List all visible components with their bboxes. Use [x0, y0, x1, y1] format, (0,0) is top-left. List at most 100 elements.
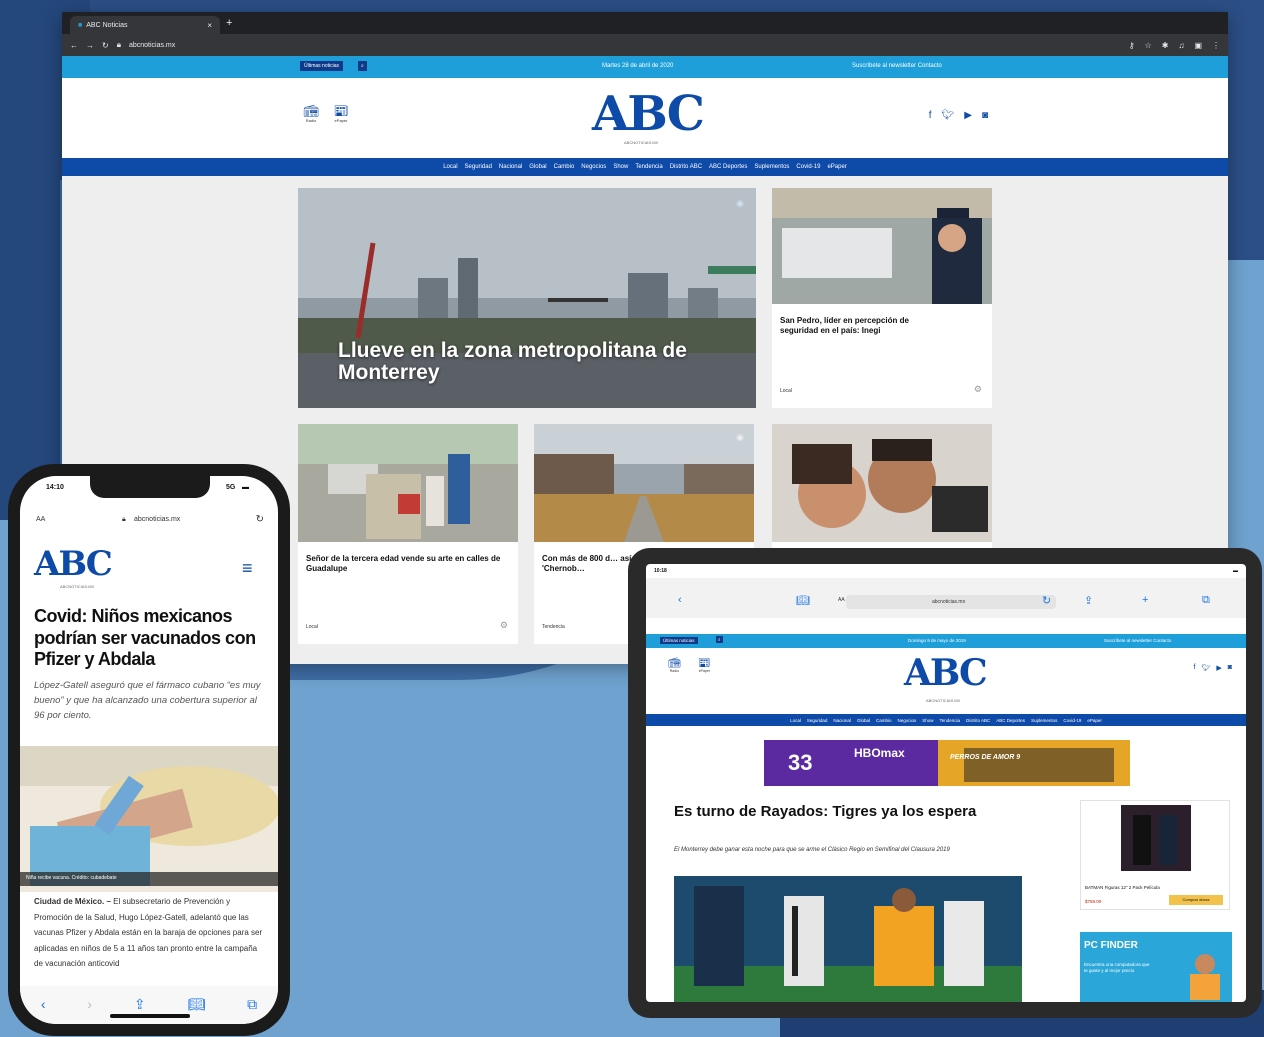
nav-item[interactable]: ePaper: [1087, 718, 1102, 723]
radio-icon[interactable]: 📻︎ Radio: [668, 658, 681, 673]
nav-item[interactable]: ePaper: [827, 164, 846, 170]
home-indicator: [110, 1014, 190, 1018]
nav-item[interactable]: Seguridad: [465, 164, 492, 170]
site-logo[interactable]: ABC: [904, 652, 988, 694]
ad-brand: HBOmax: [854, 746, 905, 760]
nav-item[interactable]: Covid-19: [796, 164, 820, 170]
reload-icon[interactable]: ↻: [256, 514, 264, 525]
tablet-screen: 10:18 ▬ ‹ 📖︎ AA abcnoticias.mx ↻ ⇪ + ⧉ Ú…: [646, 564, 1246, 1002]
buy-button[interactable]: Comprar ahora: [1169, 895, 1223, 905]
topbar-links[interactable]: Suscríbete al newsletter Contacto: [1104, 638, 1171, 643]
nav-item[interactable]: Show: [613, 164, 628, 170]
extensions-icon[interactable]: ✱: [1162, 41, 1169, 50]
facebook-icon[interactable]: f: [1194, 664, 1196, 672]
nav-item[interactable]: Seguridad: [807, 718, 828, 723]
hero-article[interactable]: Llueve en la zona metropolitana de Monte…: [298, 188, 756, 408]
text-size-button[interactable]: AA: [838, 597, 845, 603]
article-category[interactable]: Tendencia: [542, 624, 565, 630]
new-tab-icon[interactable]: +: [1142, 594, 1148, 606]
nav-item[interactable]: Local: [790, 718, 801, 723]
nav-item[interactable]: Negocios: [581, 164, 606, 170]
share-icon[interactable]: ⚙: [500, 620, 508, 631]
reload-icon[interactable]: ↻: [102, 41, 109, 50]
share-icon[interactable]: ⇪: [134, 996, 146, 1013]
nav-item[interactable]: Nacional: [499, 164, 522, 170]
latest-news-button[interactable]: Últimas noticias: [660, 637, 698, 644]
share-icon[interactable]: ⇪: [1084, 594, 1093, 607]
gallery-icon[interactable]: ◉: [736, 432, 744, 443]
nav-item[interactable]: Global: [857, 718, 870, 723]
twitter-icon[interactable]: 🐦︎: [942, 110, 955, 121]
article-category[interactable]: Local: [306, 624, 318, 630]
nav-item[interactable]: Suplementos: [754, 164, 789, 170]
site-logo[interactable]: ABC: [34, 544, 113, 584]
nav-item[interactable]: Global: [529, 164, 546, 170]
key-icon[interactable]: ⚷: [1129, 41, 1135, 50]
tabs-icon[interactable]: ⧉: [247, 996, 257, 1013]
radio-icon[interactable]: 📻︎ Radio: [302, 104, 320, 123]
back-icon[interactable]: ‹: [678, 594, 682, 606]
nav-item[interactable]: Tendencia: [635, 164, 662, 170]
article-title[interactable]: San Pedro, líder en percepción de seguri…: [780, 316, 920, 336]
advertisement-banner[interactable]: 33 HBOmax PERROS DE AMOR 9: [764, 740, 1130, 786]
product-ad[interactable]: BATMAN Figuras 12" 2 Pack Película $759.…: [1080, 800, 1230, 910]
epaper-icon[interactable]: 📰︎ ePaper: [698, 658, 711, 673]
facebook-icon[interactable]: f: [929, 110, 932, 121]
article-title[interactable]: Señor de la tercera edad vende su arte e…: [306, 554, 506, 574]
profile-icon[interactable]: ▣: [1194, 41, 1202, 50]
forward-icon[interactable]: →: [86, 41, 94, 50]
site-logo[interactable]: ABC: [592, 86, 705, 142]
reload-icon[interactable]: ↻: [1042, 594, 1051, 607]
nav-item[interactable]: Distrito ABC: [670, 164, 702, 170]
address-bar[interactable]: abcnoticias.mx: [846, 595, 1056, 609]
topbar-links[interactable]: Suscríbete al newsletter Contacto: [852, 63, 942, 69]
epaper-icon[interactable]: 📰︎ ePaper: [332, 104, 350, 123]
instagram-icon[interactable]: ◙: [1228, 664, 1232, 672]
article-category[interactable]: Local: [780, 388, 792, 394]
instagram-icon[interactable]: ◙: [982, 110, 988, 121]
nav-item[interactable]: Show: [922, 718, 933, 723]
bookmarks-icon[interactable]: 📖︎: [187, 996, 205, 1013]
youtube-icon[interactable]: ▶: [1216, 664, 1221, 672]
hamburger-menu-icon[interactable]: ≡: [242, 558, 253, 579]
new-tab-icon[interactable]: +: [226, 17, 232, 29]
nav-item[interactable]: Distrito ABC: [966, 718, 990, 723]
url-text[interactable]: abcnoticias.mx: [932, 599, 965, 605]
nav-item[interactable]: Covid-19: [1063, 718, 1081, 723]
close-tab-icon[interactable]: ×: [207, 21, 212, 30]
address-bar[interactable]: abcnoticias.mx: [129, 42, 175, 49]
menu-icon[interactable]: ⋮: [1212, 41, 1220, 50]
nav-item[interactable]: Nacional: [833, 718, 851, 723]
nav-item[interactable]: Cambio: [554, 164, 575, 170]
search-icon[interactable]: ⌕: [358, 61, 367, 71]
back-icon[interactable]: ←: [70, 41, 78, 50]
nav-item[interactable]: Cambio: [876, 718, 892, 723]
back-icon[interactable]: ‹: [41, 996, 46, 1012]
latest-news-button[interactable]: Últimas noticias: [300, 61, 344, 71]
tabs-icon[interactable]: ⧉: [1202, 594, 1210, 607]
forward-icon[interactable]: ›: [87, 996, 92, 1012]
star-icon[interactable]: ☆: [1145, 41, 1152, 50]
phone-address-bar[interactable]: AA 🔒︎ abcnoticias.mx ↻: [30, 514, 268, 530]
bookmarks-icon[interactable]: 📖︎: [796, 594, 810, 607]
pc-finder-ad[interactable]: PC FINDER Encuentra una computadora que …: [1080, 932, 1232, 1002]
nav-item[interactable]: Tendencia: [940, 718, 961, 723]
twitter-icon[interactable]: 🐦︎: [1201, 664, 1210, 672]
article-card[interactable]: Señor de la tercera edad vende su arte e…: [298, 424, 518, 644]
nav-item[interactable]: Negocios: [897, 718, 916, 723]
nav-item[interactable]: Suplementos: [1031, 718, 1057, 723]
url-text[interactable]: abcnoticias.mx: [134, 516, 180, 523]
nav-item[interactable]: Local: [443, 164, 457, 170]
share-icon[interactable]: ⚙: [974, 384, 982, 395]
browser-tab[interactable]: ■ ABC Noticias ×: [70, 16, 220, 34]
nav-item[interactable]: ABC Deportes: [996, 718, 1025, 723]
product-title[interactable]: BATMAN Figuras 12" 2 Pack Película: [1085, 885, 1160, 890]
text-size-button[interactable]: AA: [36, 516, 45, 523]
nav-item[interactable]: ABC Deportes: [709, 164, 747, 170]
youtube-icon[interactable]: ▶: [964, 110, 972, 121]
hero-title[interactable]: Llueve en la zona metropolitana de Monte…: [338, 339, 738, 384]
article-card[interactable]: San Pedro, líder en percepción de seguri…: [772, 188, 992, 408]
media-icon[interactable]: ♫: [1178, 41, 1184, 50]
gallery-icon[interactable]: ◉: [736, 198, 744, 209]
search-icon[interactable]: ⌕: [716, 636, 723, 643]
